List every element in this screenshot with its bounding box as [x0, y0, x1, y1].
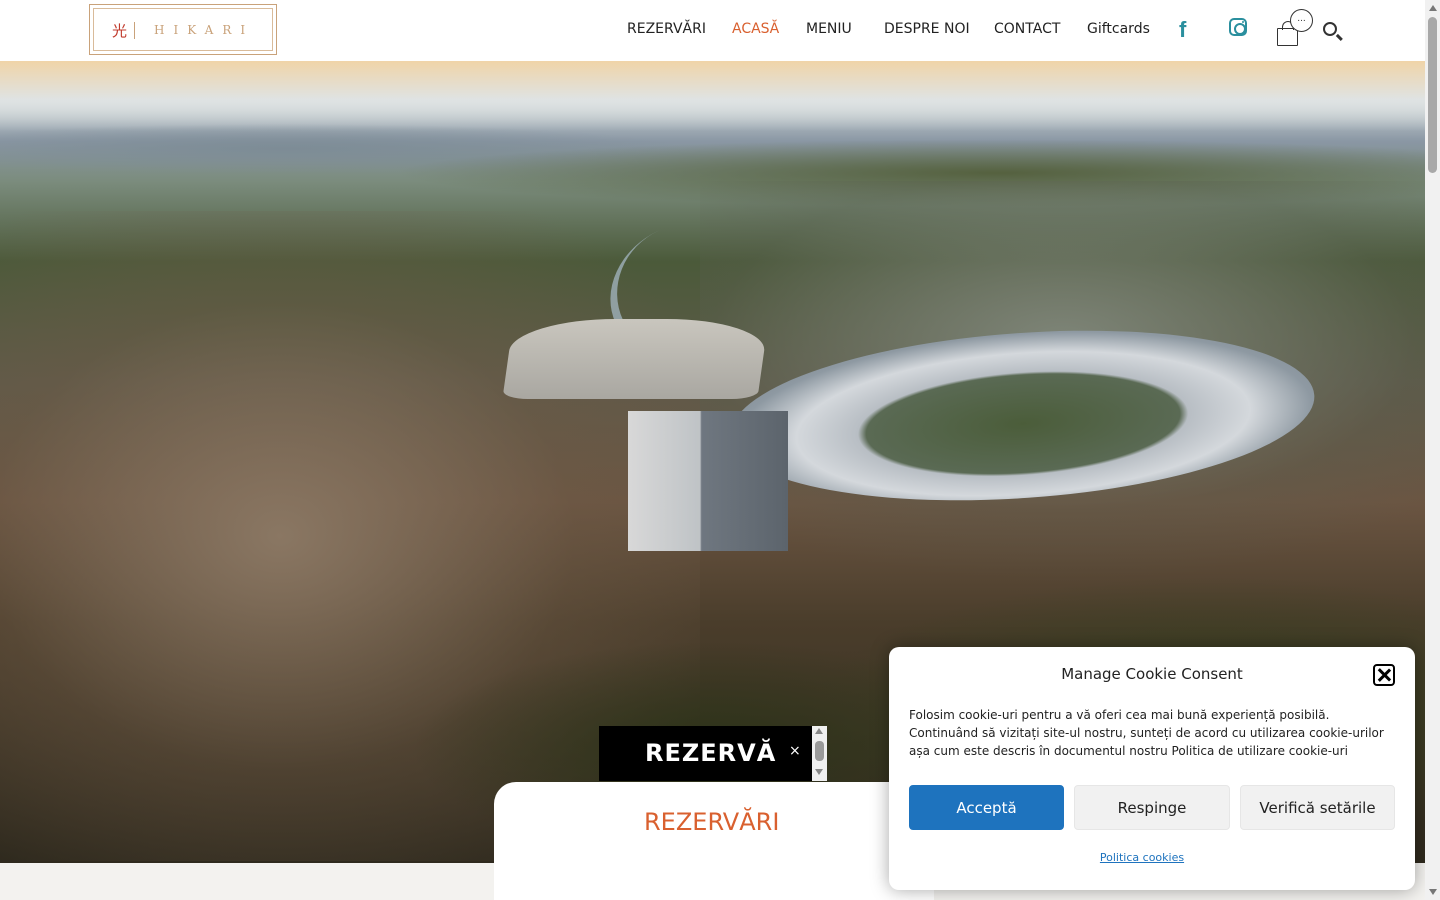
scroll-up-icon[interactable] [1429, 5, 1437, 11]
cart-count-badge: ... [1290, 9, 1313, 32]
nav-item-giftcards[interactable]: Giftcards [1087, 21, 1150, 37]
scroll-down-icon[interactable] [815, 769, 823, 775]
scroll-thumb[interactable] [815, 741, 824, 761]
site-header: 光 HIKARI REZERVĂRI ACASĂ MENIU DESPRE NO… [0, 0, 1425, 61]
logo-divider [134, 22, 135, 39]
scroll-down-icon[interactable] [1429, 889, 1437, 895]
cookie-message: Folosim cookie-uri pentru a vă oferi cea… [909, 708, 1384, 758]
reserve-widget-close-icon[interactable]: × [789, 743, 801, 759]
cookie-consent-dialog: Manage Cookie Consent Folosim cookie-uri… [889, 647, 1415, 890]
nav-item-contact[interactable]: CONTACT [994, 21, 1060, 37]
hikari-logo[interactable]: 光 HIKARI [89, 4, 277, 55]
instagram-icon[interactable] [1229, 18, 1247, 36]
facebook-icon[interactable]: f [1179, 17, 1186, 43]
search-icon[interactable] [1323, 22, 1337, 36]
reserve-widget-scrollbar[interactable] [812, 726, 827, 781]
reservations-panel: REZERVĂRI [494, 782, 934, 900]
cookie-policy-link[interactable]: Politica cookies [889, 851, 1395, 864]
reserve-widget[interactable]: REZERVĂ × [599, 726, 827, 781]
nav-item-despre-noi[interactable]: DESPRE NOI [884, 21, 970, 37]
hero-arena [502, 319, 769, 399]
nav-item-acasa[interactable]: ACASĂ [732, 21, 779, 37]
logo-text: HIKARI [154, 23, 255, 37]
close-icon[interactable] [1373, 664, 1395, 686]
nav-item-rezervari[interactable]: REZERVĂRI [627, 21, 706, 37]
deny-button[interactable]: Respinge [1074, 785, 1230, 830]
reserve-widget-label[interactable]: REZERVĂ [645, 739, 776, 767]
page-scrollbar[interactable] [1425, 0, 1440, 900]
cookie-title: Manage Cookie Consent [1061, 665, 1243, 683]
shopping-bag-icon[interactable] [1277, 21, 1298, 46]
scroll-up-icon[interactable] [815, 728, 823, 734]
accept-button[interactable]: Acceptă [909, 785, 1064, 830]
nav-item-meniu[interactable]: MENIU [806, 21, 852, 37]
view-settings-button[interactable]: Verifică setările [1240, 785, 1395, 830]
reservations-title: REZERVĂRI [644, 808, 780, 836]
scroll-thumb[interactable] [1428, 17, 1437, 173]
logo-mark: 光 [112, 22, 128, 40]
